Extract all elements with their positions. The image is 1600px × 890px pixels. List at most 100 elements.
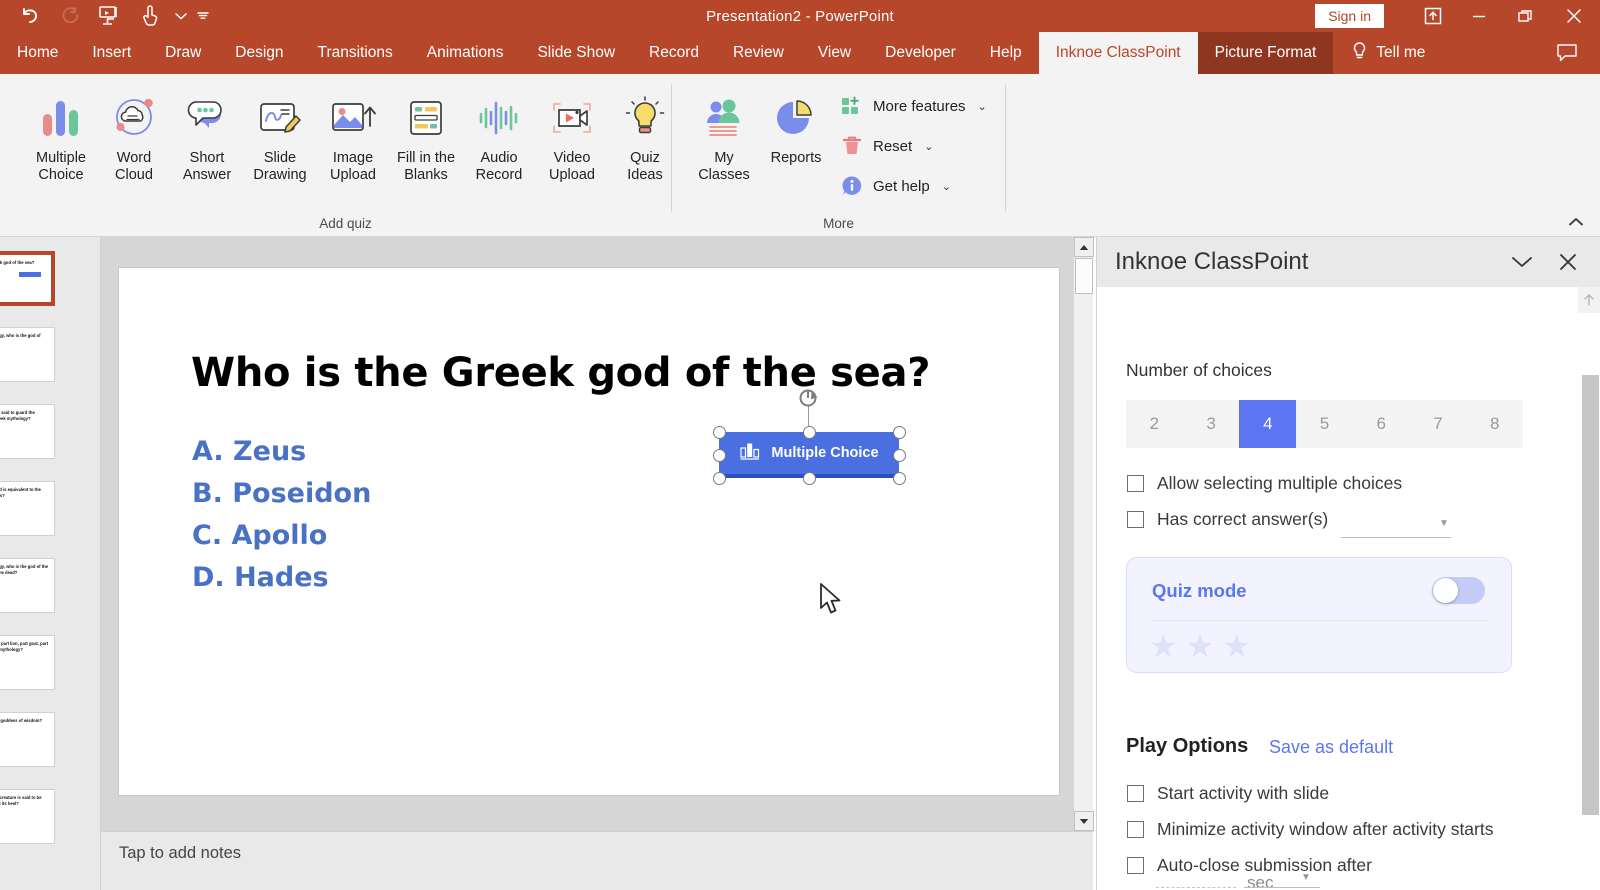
ribbon-button-audio-record[interactable]: AudioRecord [460,84,538,202]
slide-thumbnail-pane[interactable]: Who is the Greek god of the sea? In Gree… [0,237,101,890]
notes-pane[interactable]: Tap to add notes [101,831,1093,890]
resize-handle-ne[interactable] [893,426,906,439]
ribbon-button-more-features[interactable]: More features ⌄ [840,88,987,124]
selected-object-wrapper[interactable]: Multiple Choice [719,432,899,478]
scroll-up-arrow-icon[interactable] [1578,287,1600,313]
number-of-choices-selector[interactable]: 2 3 4 5 6 7 8 [1126,400,1523,448]
slide-choices-list[interactable]: A. Zeus B. Poseidon C. Apollo D. Hades [192,436,371,604]
thumbnail-slide-3[interactable]: Which creature is said to guard the unde… [0,404,55,459]
ribbon-button-get-help[interactable]: Get help ⌄ [840,168,951,204]
auto-close-duration-input[interactable] [1156,887,1236,888]
checkbox-allow-multiple[interactable] [1127,475,1144,492]
correct-answer-dropdown[interactable] [1341,537,1451,538]
tab-insert[interactable]: Insert [75,32,148,74]
save-as-default-link[interactable]: Save as default [1269,737,1393,758]
redo-icon[interactable] [50,1,90,31]
tab-record[interactable]: Record [632,32,716,74]
resize-handle-w[interactable] [713,449,726,462]
tab-transitions[interactable]: Transitions [301,32,410,74]
choice-option-8[interactable]: 8 [1466,400,1523,448]
slide-vertical-scrollbar[interactable] [1073,237,1093,831]
thumbnail-slide-4[interactable]: Which Roman god is equivalent to the Gre… [0,481,55,536]
chevron-down-icon[interactable]: ▼ [1439,518,1449,529]
scroll-down-arrow-icon[interactable] [1074,811,1094,831]
rotate-handle[interactable] [797,386,821,410]
close-icon[interactable] [1551,245,1585,279]
resize-handle-nw[interactable] [713,426,726,439]
tab-view[interactable]: View [801,32,868,74]
choice-option-4[interactable]: 4 [1239,400,1296,448]
sign-in-button[interactable]: Sign in [1315,4,1384,28]
resize-handle-s[interactable] [803,472,816,485]
thumbnail-slide-2[interactable]: In Greek mythology, who is the god of wa… [0,327,55,382]
tab-review[interactable]: Review [716,32,801,74]
chevron-down-icon[interactable] [1505,245,1539,279]
tell-me-button[interactable]: Tell me [1333,32,1439,74]
choice-option-3[interactable]: 3 [1183,400,1240,448]
checkbox-row-allow-multiple[interactable]: Allow selecting multiple choices [1127,473,1402,494]
ribbon-button-my-classes[interactable]: MyClasses [685,84,763,202]
collapse-ribbon-button[interactable] [1568,215,1584,230]
chevron-down-icon[interactable]: ▼ [1301,872,1311,883]
ribbon-button-slide-drawing[interactable]: SlideDrawing [241,84,319,202]
tab-developer[interactable]: Developer [868,32,973,74]
scroll-up-arrow-icon[interactable] [1074,237,1094,257]
resize-handle-e[interactable] [893,449,906,462]
customize-qat-icon[interactable] [192,1,214,31]
quiz-mode-toggle[interactable] [1432,577,1485,604]
tab-animations[interactable]: Animations [410,32,521,74]
thumbnail-slide-8[interactable]: Which legendary creature is said to be v… [0,789,55,844]
thumbnail-slide-6[interactable]: Which creature is part lion, part goat, … [0,635,55,690]
resize-handle-sw[interactable] [713,472,726,485]
resize-handle-n[interactable] [803,426,816,439]
tab-design[interactable]: Design [218,32,300,74]
resize-handle-se[interactable] [893,472,906,485]
start-presentation-icon[interactable] [90,1,130,31]
tab-inknoe-classpoint[interactable]: Inknoe ClassPoint [1039,32,1198,74]
tab-home[interactable]: Home [0,32,75,74]
star-icon[interactable]: ★ [1222,630,1251,662]
task-pane-scrollbar[interactable] [1578,287,1600,890]
choice-option-6[interactable]: 6 [1353,400,1410,448]
ribbon-button-image-upload[interactable]: ImageUpload [314,84,392,202]
close-icon[interactable] [1548,0,1600,32]
checkbox-row-minimize-window[interactable]: Minimize activity window after activity … [1127,819,1493,840]
thumbnail-slide-1[interactable]: Who is the Greek god of the sea? [0,251,55,306]
tab-slide-show[interactable]: Slide Show [520,32,632,74]
checkbox-auto-close-submission[interactable] [1127,857,1144,874]
checkbox-minimize-activity-window[interactable] [1127,821,1144,838]
star-icon[interactable]: ★ [1149,630,1178,662]
undo-icon[interactable] [10,1,50,31]
touch-mode-icon[interactable] [130,1,170,31]
ribbon-button-video-upload[interactable]: VideoUpload [533,84,611,202]
checkbox-has-correct-answer[interactable] [1127,511,1144,528]
minimize-icon[interactable] [1456,0,1502,32]
star-icon[interactable]: ★ [1186,630,1215,662]
checkbox-start-activity-with-slide[interactable] [1127,785,1144,802]
ribbon-button-word-cloud[interactable]: WordCloud [95,84,173,202]
choice-option-2[interactable]: 2 [1126,400,1183,448]
ribbon-button-multiple-choice[interactable]: MultipleChoice [22,84,100,202]
checkbox-row-start-activity[interactable]: Start activity with slide [1127,783,1329,804]
tab-draw[interactable]: Draw [148,32,218,74]
notes-placeholder[interactable]: Tap to add notes [119,844,241,863]
ribbon-button-reset[interactable]: Reset ⌄ [840,128,933,164]
ribbon-button-reports[interactable]: Reports [757,84,835,202]
slide-canvas[interactable]: Who is the Greek god of the sea? A. Zeus… [118,267,1060,796]
checkbox-row-has-correct-answer[interactable]: Has correct answer(s) [1127,509,1328,530]
thumbnail-slide-7[interactable]: Who is the Greek goddess of wisdom? [0,712,55,767]
scrollbar-thumb[interactable] [1582,375,1599,815]
choice-option-5[interactable]: 5 [1296,400,1353,448]
touch-mode-chevron-icon[interactable] [170,1,192,31]
quiz-mode-stars[interactable]: ★ ★ ★ [1149,630,1251,662]
thumbnail-slide-5[interactable]: In Greek mythology, who is the god of th… [0,558,55,613]
restore-icon[interactable] [1502,0,1548,32]
ribbon-button-fill-in-the-blanks[interactable]: Fill in theBlanks [387,84,465,202]
ribbon-display-options-icon[interactable] [1410,0,1456,32]
ribbon-button-short-answer[interactable]: ShortAnswer [168,84,246,202]
tab-help[interactable]: Help [973,32,1039,74]
scrollbar-thumb[interactable] [1075,258,1093,294]
choice-option-7[interactable]: 7 [1410,400,1467,448]
duration-unit-dropdown[interactable] [1244,887,1320,888]
comment-icon[interactable] [1546,32,1600,74]
